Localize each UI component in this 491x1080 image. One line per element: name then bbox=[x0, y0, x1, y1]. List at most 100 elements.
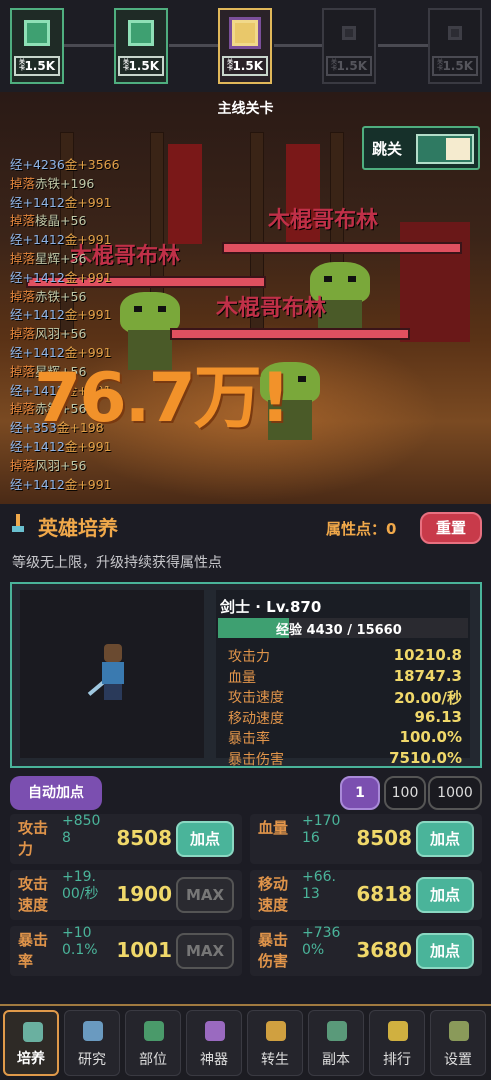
stat-value: 96.13 bbox=[414, 707, 462, 726]
add-point-button[interactable]: 加点 bbox=[416, 877, 474, 913]
stat-name: 攻击速度 bbox=[228, 690, 284, 706]
stage-label: 关卡 1.5K bbox=[432, 56, 478, 76]
log-line: 掉落棱晶+56 bbox=[10, 213, 87, 229]
stage-label: 关卡 1.5K bbox=[14, 56, 60, 76]
attribute-delta: +8508 bbox=[62, 813, 101, 846]
stat-row: 攻击力 10210.8 bbox=[228, 646, 462, 666]
stage-label: 关卡 1.5K bbox=[326, 56, 372, 76]
stat-row: 血量 18747.3 bbox=[228, 667, 462, 687]
add-point-button[interactable]: 加点 bbox=[176, 821, 234, 857]
attribute-card: 攻击速度 +19.00/秒 1900 MAX bbox=[10, 869, 242, 920]
attribute-card: 攻击力 +8508 8508 加点 bbox=[10, 813, 242, 864]
nav-tab-1[interactable]: 培养 bbox=[3, 1010, 59, 1076]
lock-icon bbox=[342, 26, 356, 40]
nav-tab-label: 培养 bbox=[17, 1051, 45, 1067]
add-point-button[interactable]: 加点 bbox=[416, 821, 474, 857]
stage-icon bbox=[232, 20, 258, 46]
nav-tab-label: 副本 bbox=[322, 1052, 350, 1068]
stat-value: 18747.3 bbox=[393, 666, 462, 685]
armor-icon bbox=[144, 1021, 164, 1041]
stat-name: 暴击率 bbox=[228, 731, 270, 747]
auto-allocate-button[interactable]: 自动加点 bbox=[10, 776, 102, 810]
attribute-name: 攻击力 bbox=[18, 819, 49, 858]
enemy-name: 木棍哥布林 bbox=[268, 208, 379, 233]
attribute-card: 暴击伤害 +7360% 3680 加点 bbox=[250, 925, 482, 976]
stage-node-1[interactable]: 关卡 1.5K bbox=[10, 8, 64, 84]
nav-tab-label: 转生 bbox=[261, 1052, 289, 1068]
attribute-value: 1900 bbox=[116, 882, 172, 906]
log-line: 掉落风羽+56 bbox=[10, 457, 87, 473]
stage-label: 关卡 1.5K bbox=[222, 56, 268, 76]
log-line: 经+1412金+991 bbox=[10, 194, 112, 210]
stage-node-locked[interactable]: 关卡 1.5K bbox=[428, 8, 482, 84]
stat-value: 20.00/秒 bbox=[394, 689, 462, 707]
loot-log: 经+4236金+3566 掉落赤铁+196 经+1412金+991 掉落棱晶+56 经+… bbox=[10, 156, 210, 494]
attribute-delta: +17016 bbox=[302, 813, 341, 846]
nav-tab-6[interactable]: 副本 bbox=[308, 1010, 364, 1076]
hero-training-panel: 英雄培养 属性点：0 重置 等级无上限，升级持续获得属性点 剑士 · Lv.87… bbox=[0, 504, 491, 1004]
attribute-value: 3680 bbox=[356, 938, 412, 962]
stage-icon bbox=[128, 20, 154, 46]
attribute-card: 血量 +17016 8508 加点 bbox=[250, 813, 482, 864]
stage-label: 关卡 1.5K bbox=[118, 56, 164, 76]
xp-bar: 经验 4430 / 15660 bbox=[218, 618, 468, 638]
nav-tab-8[interactable]: 设置 bbox=[430, 1010, 486, 1076]
enemy-hp-bar bbox=[222, 242, 462, 254]
tent bbox=[400, 222, 470, 342]
log-line: 经+1412金+991 bbox=[10, 307, 112, 323]
nav-tab-2[interactable]: 研究 bbox=[64, 1010, 120, 1076]
points-value: 0 bbox=[386, 520, 397, 538]
toggle-knob bbox=[446, 138, 470, 160]
stage-progress-bar: 关卡 1.5K 关卡 1.5K 关卡 1.5K 关卡 1.5K 关卡 1.5K bbox=[0, 0, 491, 92]
add-point-button[interactable]: 加点 bbox=[416, 933, 474, 969]
nav-tab-4[interactable]: 神器 bbox=[186, 1010, 242, 1076]
stage-title: 主线关卡 bbox=[217, 101, 274, 117]
multiplier-1000-button[interactable]: 1000 bbox=[428, 776, 482, 810]
attribute-name: 血量 bbox=[258, 819, 289, 837]
swordsman-sprite bbox=[87, 644, 132, 704]
stat-row: 暴击率 100.0% bbox=[228, 728, 462, 748]
nav-tab-label: 研究 bbox=[78, 1052, 106, 1068]
nav-tab-3[interactable]: 部位 bbox=[125, 1010, 181, 1076]
stage-node-locked[interactable]: 关卡 1.5K bbox=[322, 8, 376, 84]
stat-row: 攻击速度 20.00/秒 bbox=[228, 687, 462, 707]
potion-icon bbox=[12, 514, 24, 534]
stage-icon bbox=[24, 20, 50, 46]
nav-tab-7[interactable]: 排行 bbox=[369, 1010, 425, 1076]
attribute-name: 攻击速度 bbox=[18, 875, 49, 914]
skip-label: 跳关 bbox=[372, 140, 403, 158]
stat-row: 暴击伤害 7510.0% bbox=[228, 749, 462, 769]
stat-value: 7510.0% bbox=[389, 748, 462, 767]
attribute-name: 暴击率 bbox=[18, 931, 49, 970]
hero-class-level: 剑士 · Lv.870 bbox=[220, 598, 322, 616]
nav-tab-label: 神器 bbox=[200, 1052, 228, 1068]
nav-tab-label: 设置 bbox=[444, 1052, 472, 1068]
attribute-delta: +100.1% bbox=[62, 925, 98, 958]
stage-node-2[interactable]: 关卡 1.5K bbox=[114, 8, 168, 84]
research-icon bbox=[83, 1021, 103, 1041]
points-label: 属性点： bbox=[326, 520, 387, 538]
panel-title: 英雄培养 bbox=[38, 516, 118, 540]
hero-stats: 剑士 · Lv.870 经验 4430 / 15660 攻击力 10210.8 血量… bbox=[216, 590, 470, 768]
toggle-switch[interactable] bbox=[416, 134, 474, 164]
multiplier-1-button[interactable]: 1 bbox=[340, 776, 380, 810]
log-line: 经+1412金+991 bbox=[10, 476, 112, 492]
stat-name: 暴击伤害 bbox=[228, 751, 284, 768]
stage-connector bbox=[64, 44, 114, 47]
log-line: 经+4236金+3566 bbox=[10, 157, 120, 172]
stat-value: 10210.8 bbox=[393, 646, 462, 664]
attribute-delta: +19.00/秒 bbox=[62, 869, 99, 902]
nav-tab-5[interactable]: 转生 bbox=[247, 1010, 303, 1076]
multiplier-100-button[interactable]: 100 bbox=[384, 776, 426, 810]
log-line: 经+1412金+991 bbox=[10, 232, 112, 248]
stat-name: 移动速度 bbox=[228, 710, 284, 727]
attribute-name: 暴击伤害 bbox=[258, 931, 289, 970]
nav-tab-label: 部位 bbox=[139, 1052, 167, 1068]
attribute-card: 移动速度 +66.13 6818 加点 bbox=[250, 869, 482, 920]
potion-icon bbox=[23, 1022, 43, 1042]
max-button[interactable]: MAX bbox=[176, 877, 234, 913]
stage-node-current[interactable]: 关卡 1.5K bbox=[218, 8, 272, 84]
reset-button[interactable]: 重置 bbox=[420, 512, 482, 544]
max-button[interactable]: MAX bbox=[176, 933, 234, 969]
skip-stage-toggle[interactable]: 跳关 bbox=[362, 126, 480, 170]
